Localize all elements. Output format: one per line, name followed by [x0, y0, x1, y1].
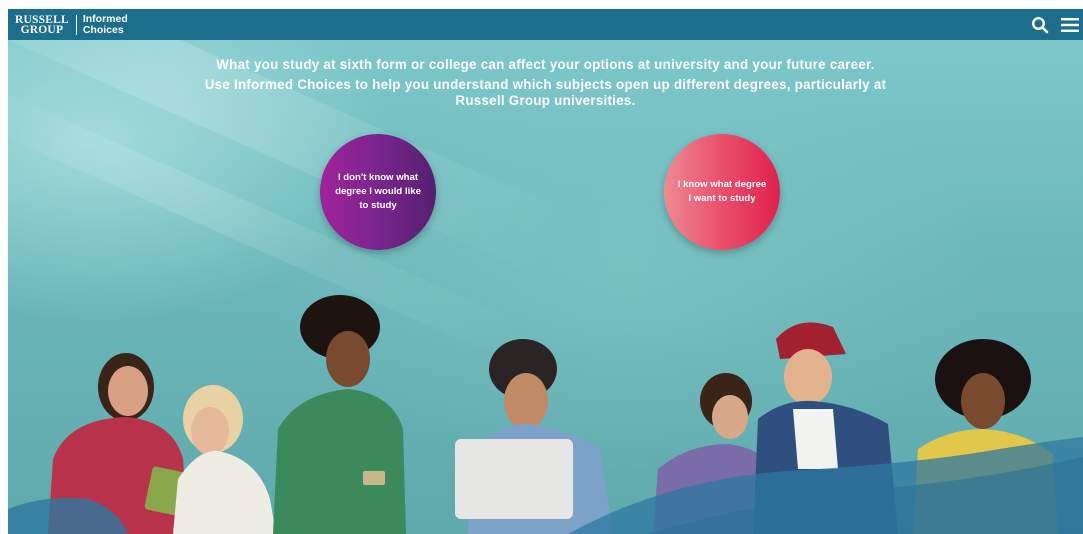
- intro-line-2: Use Informed Choices to help you underst…: [204, 77, 887, 108]
- search-icon[interactable]: [1029, 14, 1051, 36]
- logo-russell-group: RUSSELL GROUP: [15, 13, 69, 36]
- dont-know-degree-button[interactable]: I don't know what degree I would like to…: [320, 134, 436, 250]
- page-hero: RUSSELL GROUP Informed Choices What you …: [8, 9, 1083, 534]
- logo-informed-choices: Informed Choices: [82, 12, 128, 36]
- product-name-line1: Informed: [82, 12, 128, 25]
- russell-group-logo[interactable]: RUSSELL GROUP Informed Choices: [15, 9, 128, 40]
- intro-line-1: What you study at sixth form or college …: [216, 57, 875, 72]
- product-name-line2: Choices: [82, 23, 124, 36]
- intro-text: What you study at sixth form or college …: [8, 57, 1083, 109]
- hamburger-menu-icon[interactable]: [1059, 14, 1081, 36]
- top-header: RUSSELL GROUP Informed Choices: [8, 9, 1083, 40]
- logo-text-line2: GROUP: [20, 23, 64, 36]
- know-degree-button[interactable]: I know what degree I want to study: [664, 134, 780, 250]
- logo-divider: [75, 14, 77, 35]
- logo-text-line1: RUSSELL: [15, 13, 69, 26]
- know-degree-label: I know what degree I want to study: [677, 179, 767, 204]
- dont-know-degree-label: I don't know what degree I would like to…: [335, 172, 421, 211]
- header-actions: [1029, 14, 1081, 36]
